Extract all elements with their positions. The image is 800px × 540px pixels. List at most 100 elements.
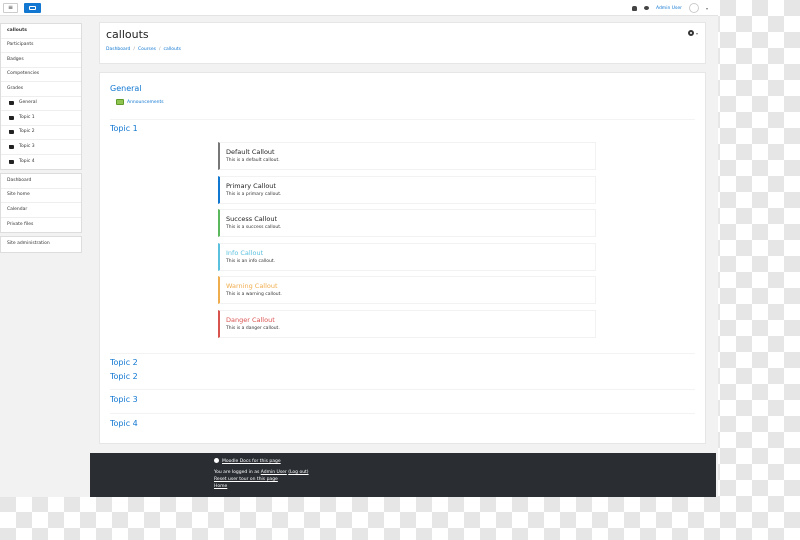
sidebar-item-label: Private files (7, 221, 34, 227)
caret-down-icon[interactable]: ▾ (706, 6, 708, 11)
callout-title: Default Callout (226, 148, 275, 156)
course-settings-menu[interactable]: ▾ (687, 30, 698, 36)
callout-text: This is a success callout. (226, 225, 282, 230)
sidebar-item-site-administration[interactable]: Site administration (1, 237, 81, 252)
sidebar-item-label: Calendar (7, 206, 28, 212)
avatar[interactable] (688, 3, 699, 13)
sidebar-item-topic-1[interactable]: Topic 1 (1, 111, 81, 126)
callout-title: Warning Callout (226, 282, 278, 290)
section-title-topic-3[interactable]: Topic 3 (110, 395, 138, 404)
callout-text: This is an info callout. (226, 259, 276, 264)
sidebar-item-callouts[interactable]: callouts (1, 24, 81, 39)
sidebar-item-topic-2[interactable]: Topic 2 (1, 126, 81, 140)
nav-drawer: callouts Participants Badges Competencie… (0, 23, 82, 256)
callout-title: Info Callout (226, 249, 264, 257)
sidebar-item-label: General (19, 100, 37, 105)
callout-title: Success Callout (226, 215, 278, 223)
sidebar-item-calendar[interactable]: Calendar (1, 203, 81, 218)
home-link[interactable]: Home (214, 484, 227, 489)
reset-tour-link[interactable]: Reset user tour on this page (214, 477, 278, 482)
callout-info: Info Callout This is an info callout. (218, 243, 596, 271)
sidebar-item-label: Participants (7, 42, 34, 47)
footer-user-link[interactable]: Admin User (261, 470, 287, 475)
moodle-docs-link[interactable]: Moodle Docs for this page (222, 459, 281, 464)
section-title-topic-4[interactable]: Topic 4 (110, 419, 138, 428)
breadcrumb-separator: / (159, 47, 161, 52)
callout-primary: Primary Callout This is a primary callou… (218, 176, 596, 204)
page-header: callouts Dashboard / Courses / callouts … (99, 22, 706, 64)
sidebar-item-label: Site home (7, 192, 30, 197)
sidebar-item-label: Topic 3 (19, 143, 35, 149)
section-title-topic-1[interactable]: Topic 1 (110, 124, 138, 133)
sidebar-item-badges[interactable]: Badges (1, 53, 81, 68)
page: ≡ Admin User ▾ callouts Participants Bad… (0, 0, 718, 497)
breadcrumb-dashboard[interactable]: Dashboard (106, 47, 130, 52)
sidebar-item-grades[interactable]: Grades (1, 82, 81, 97)
sidebar-item-site-home[interactable]: Site home (1, 189, 81, 203)
callout-text: This is a default callout. (226, 158, 280, 163)
sidebar-item-competencies[interactable]: Competencies (1, 68, 81, 82)
sidebar-item-label: Dashboard (7, 177, 32, 183)
section-title-topic-2[interactable]: Topic 2 (110, 358, 138, 367)
sidebar-item-label: Grades (7, 85, 24, 91)
section-divider (110, 119, 695, 120)
breadcrumb: Dashboard / Courses / callouts (106, 47, 181, 52)
nav-group-admin: Site administration (0, 236, 82, 253)
user-menu-name[interactable]: Admin User (656, 6, 682, 11)
forum-icon (116, 99, 124, 105)
section-divider (110, 389, 695, 390)
sidebar-item-label: Competencies (7, 71, 40, 76)
folder-icon (9, 101, 14, 106)
bell-icon[interactable] (631, 5, 637, 11)
callout-title: Primary Callout (226, 182, 276, 190)
footer-docs: Moodle Docs for this page (214, 458, 281, 464)
folder-icon (9, 159, 14, 164)
caret-down-icon: ▾ (695, 30, 698, 36)
callout-title: Danger Callout (226, 316, 275, 324)
folder-icon (9, 144, 14, 149)
sidebar-item-dashboard[interactable]: Dashboard (1, 174, 81, 189)
logged-in-text: You are logged in as (214, 470, 260, 475)
sidebar-item-label: Topic 2 (19, 129, 35, 134)
chat-icon[interactable] (643, 6, 649, 10)
course-content: General Announcements Topic 1 Default Ca… (99, 72, 706, 444)
sidebar-item-topic-4[interactable]: Topic 4 (1, 155, 81, 170)
callout-danger: Danger Callout This is a danger callout. (218, 310, 596, 338)
footer-reset-tour: Reset user tour on this page (214, 477, 278, 482)
section-title-topic-2-duplicate[interactable]: Topic 2 (110, 372, 138, 381)
navbar-right: Admin User ▾ (631, 2, 708, 14)
section-title-general[interactable]: General (110, 84, 142, 93)
sidebar-item-label: Badges (7, 56, 24, 62)
activity-link: Announcements (127, 99, 164, 105)
sidebar-item-general[interactable]: General (1, 97, 81, 111)
breadcrumb-separator: / (133, 47, 135, 52)
top-navbar: ≡ Admin User ▾ (0, 0, 718, 16)
sidebar-item-participants[interactable]: Participants (1, 39, 81, 53)
section-divider (110, 413, 695, 414)
sidebar-item-topic-3[interactable]: Topic 3 (1, 140, 81, 155)
info-icon (214, 458, 219, 463)
folder-icon (9, 130, 14, 135)
footer-login-info: You are logged in as Admin User (Log out… (214, 470, 309, 475)
breadcrumb-courses[interactable]: Courses (138, 47, 156, 52)
callout-success: Success Callout This is a success callou… (218, 209, 596, 237)
folder-icon (9, 115, 14, 120)
menu-icon[interactable]: ≡ (3, 3, 18, 13)
sidebar-item-label: Site administration (7, 241, 50, 246)
callout-text: This is a danger callout. (226, 326, 280, 331)
breadcrumb-callouts[interactable]: callouts (164, 47, 181, 52)
section-divider (110, 353, 695, 354)
callout-text: This is a primary callout. (226, 192, 282, 197)
brand-logo-icon (29, 6, 36, 10)
sidebar-item-label: Topic 4 (19, 158, 35, 164)
sidebar-item-label: Topic 1 (19, 114, 35, 120)
activity-announcements[interactable]: Announcements (116, 99, 164, 105)
logout-link[interactable]: (Log out) (288, 470, 308, 475)
footer-home: Home (214, 484, 227, 489)
page-title: callouts (106, 28, 149, 41)
callout-text: This is a warning callout. (226, 292, 282, 297)
nav-group-course: callouts Participants Badges Competencie… (0, 23, 82, 170)
brand-logo[interactable] (24, 3, 41, 13)
sidebar-item-private-files[interactable]: Private files (1, 218, 81, 233)
gear-icon (687, 30, 694, 36)
